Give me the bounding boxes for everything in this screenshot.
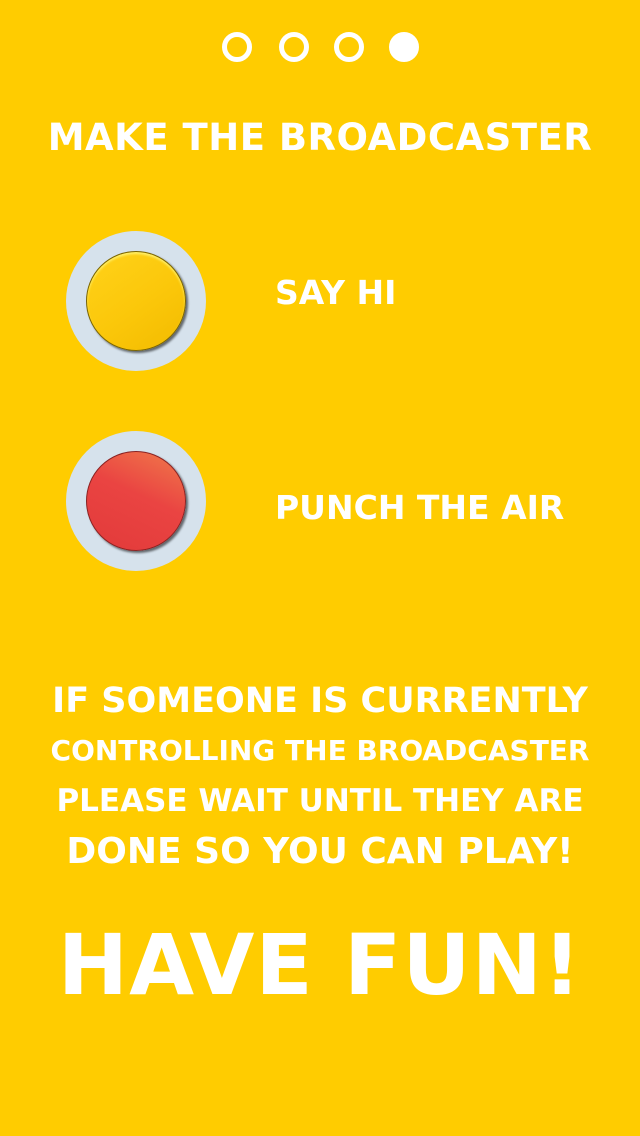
say-hi-action: SAY HI	[0, 231, 640, 371]
page-dot-1[interactable]	[222, 32, 252, 62]
red-button-knob	[86, 451, 186, 551]
have-fun-heading: HAVE FUN!	[57, 916, 583, 1014]
yellow-button-knob	[86, 251, 186, 351]
page-title: MAKE THE BROADCASTER	[47, 116, 593, 159]
notice-line-2: CONTROLLING THE BROADCASTER	[50, 734, 590, 767]
punch-the-air-button[interactable]	[66, 431, 206, 571]
notice-line-3: PLEASE WAIT UNTIL THEY ARE	[56, 783, 584, 819]
notice-line-4: DONE SO YOU CAN PLAY!	[66, 831, 574, 872]
page-dot-4-active[interactable]	[389, 32, 419, 62]
page-indicator	[0, 32, 640, 62]
waiting-notice: IF SOMEONE IS CURRENTLY CONTROLLING THE …	[0, 676, 640, 878]
punch-the-air-action: PUNCH THE AIR	[0, 431, 640, 571]
page-dot-2[interactable]	[279, 32, 309, 62]
notice-line-1: IF SOMEONE IS CURRENTLY	[52, 681, 588, 721]
say-hi-button[interactable]	[66, 231, 206, 371]
say-hi-label: SAY HI	[275, 273, 397, 312]
punch-the-air-label: PUNCH THE AIR	[275, 488, 565, 527]
page-dot-3[interactable]	[334, 32, 364, 62]
